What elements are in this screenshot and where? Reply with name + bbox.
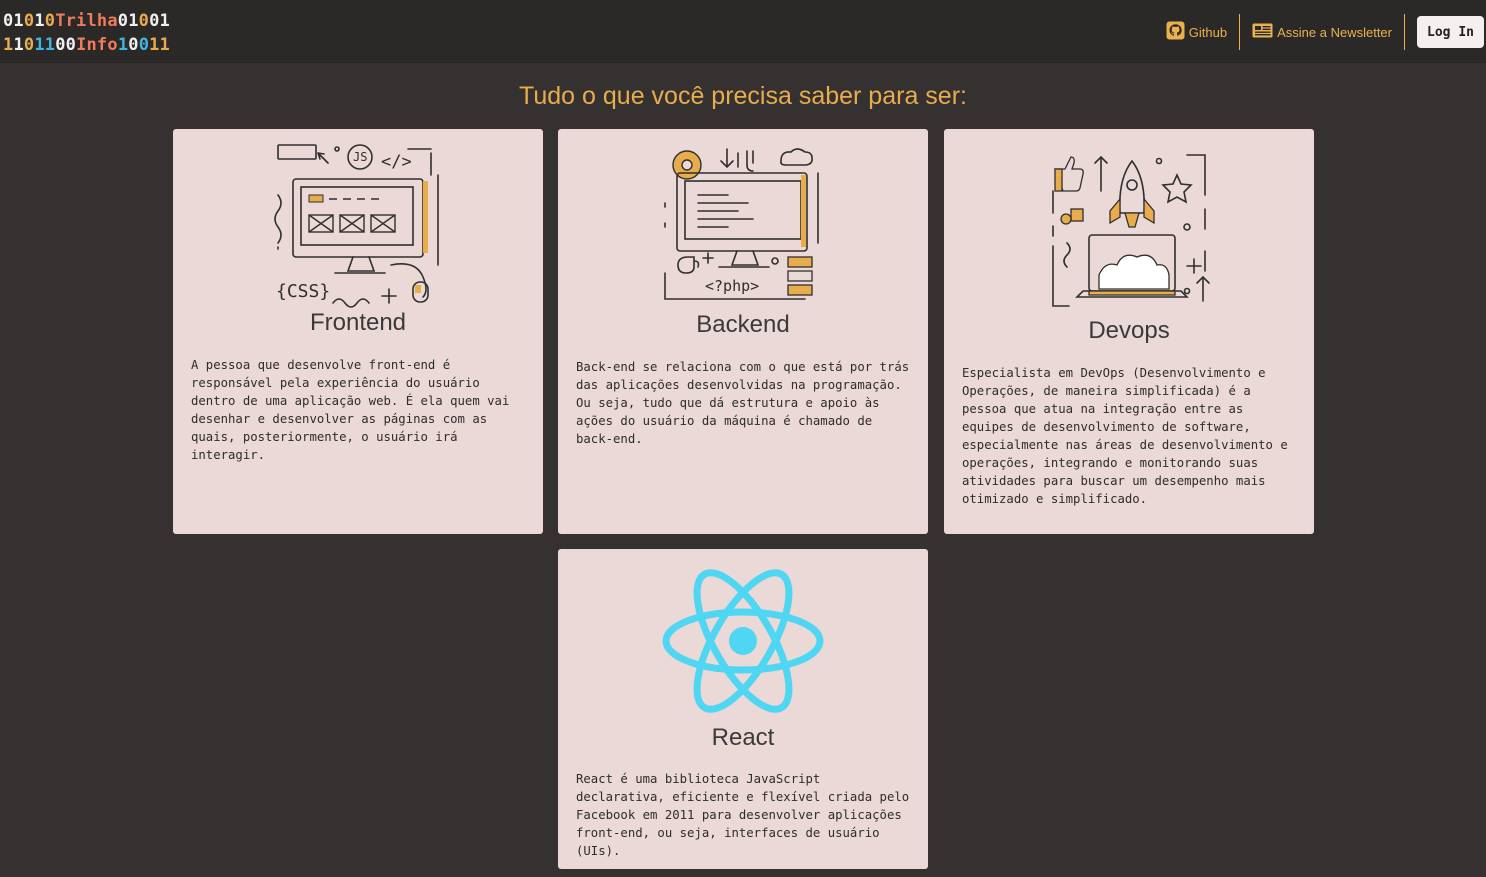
newsletter-label: Assine a Newsletter — [1277, 24, 1392, 40]
newsletter-link[interactable]: Assine a Newsletter — [1240, 14, 1404, 50]
card-title: React — [711, 724, 775, 751]
logo-segment: 11 — [34, 35, 56, 55]
css-label: {CSS} — [276, 281, 330, 302]
login-button[interactable]: Log In — [1417, 16, 1484, 48]
card-frontend[interactable]: JS </> {CSS} Frontend A pessoa que desen… — [173, 129, 543, 534]
logo-line-2: 1101100Info10011 — [3, 33, 170, 57]
backend-illustration-icon: <?php> — [664, 148, 819, 300]
nav-divider — [1404, 14, 1405, 50]
github-icon — [1166, 21, 1185, 43]
site-logo[interactable]: 01010Trilha01001 1101100Info10011 — [3, 9, 170, 57]
page-headline: Tudo o que você precisa saber para ser: — [519, 82, 967, 110]
logo-segment: 11 — [149, 35, 170, 55]
php-label: <?php> — [705, 277, 759, 295]
card-description: Especialista em DevOps (Desenvolvimento … — [962, 366, 1288, 506]
card-react[interactable]: React React é uma biblioteca JavaScript … — [558, 549, 928, 869]
logo-segment: Info — [76, 35, 118, 55]
logo-segment: 01 — [117, 11, 139, 31]
logo-segment: 0 — [138, 35, 150, 55]
card-description: A pessoa que desenvolve front-end é resp… — [191, 358, 510, 462]
react-logo-icon — [662, 569, 824, 713]
logo-segment: 1 — [117, 35, 129, 55]
card-description: Back-end se relaciona com o que está por… — [576, 360, 910, 446]
logo-segment: 0 — [128, 35, 139, 55]
nav-links: Github Assine a Newsletter Log In — [1154, 14, 1484, 50]
logo-line-1: 01010Trilha01001 — [3, 9, 170, 33]
js-label: JS — [353, 150, 367, 164]
logo-segment: 0 — [138, 11, 150, 31]
card-title: Backend — [696, 311, 790, 338]
devops-illustration-icon — [1052, 154, 1210, 307]
frontend-illustration-icon: JS </> {CSS} — [274, 144, 439, 308]
card-description: React é uma biblioteca JavaScript declar… — [576, 772, 910, 858]
logo-segment: 01 — [149, 11, 170, 31]
card-backend[interactable]: <?php> Backend Back-end se relaciona com… — [558, 129, 928, 534]
logo-segment: 00 — [55, 35, 77, 55]
card-title: Frontend — [309, 309, 407, 336]
newspaper-icon — [1252, 23, 1273, 41]
card-devops[interactable]: Devops Especialista em DevOps (Desenvolv… — [944, 129, 1314, 534]
logo-segment: 0 — [44, 11, 56, 31]
top-navbar: 01010Trilha01001 1101100Info10011 Github — [0, 0, 1486, 63]
logo-segment: 01 — [3, 11, 24, 31]
code-tag-label: </> — [381, 152, 412, 172]
github-label: Github — [1188, 24, 1228, 40]
logo-segment: 1 — [13, 35, 24, 55]
card-title: Devops — [1088, 317, 1170, 344]
logo-segment: Trilha — [55, 11, 118, 31]
logo-segment: 1 — [34, 11, 45, 31]
logo-segment: 0 — [23, 11, 35, 31]
github-link[interactable]: Github — [1154, 14, 1239, 50]
logo-segment: 1 — [3, 35, 14, 55]
logo-segment: 0 — [23, 35, 35, 55]
